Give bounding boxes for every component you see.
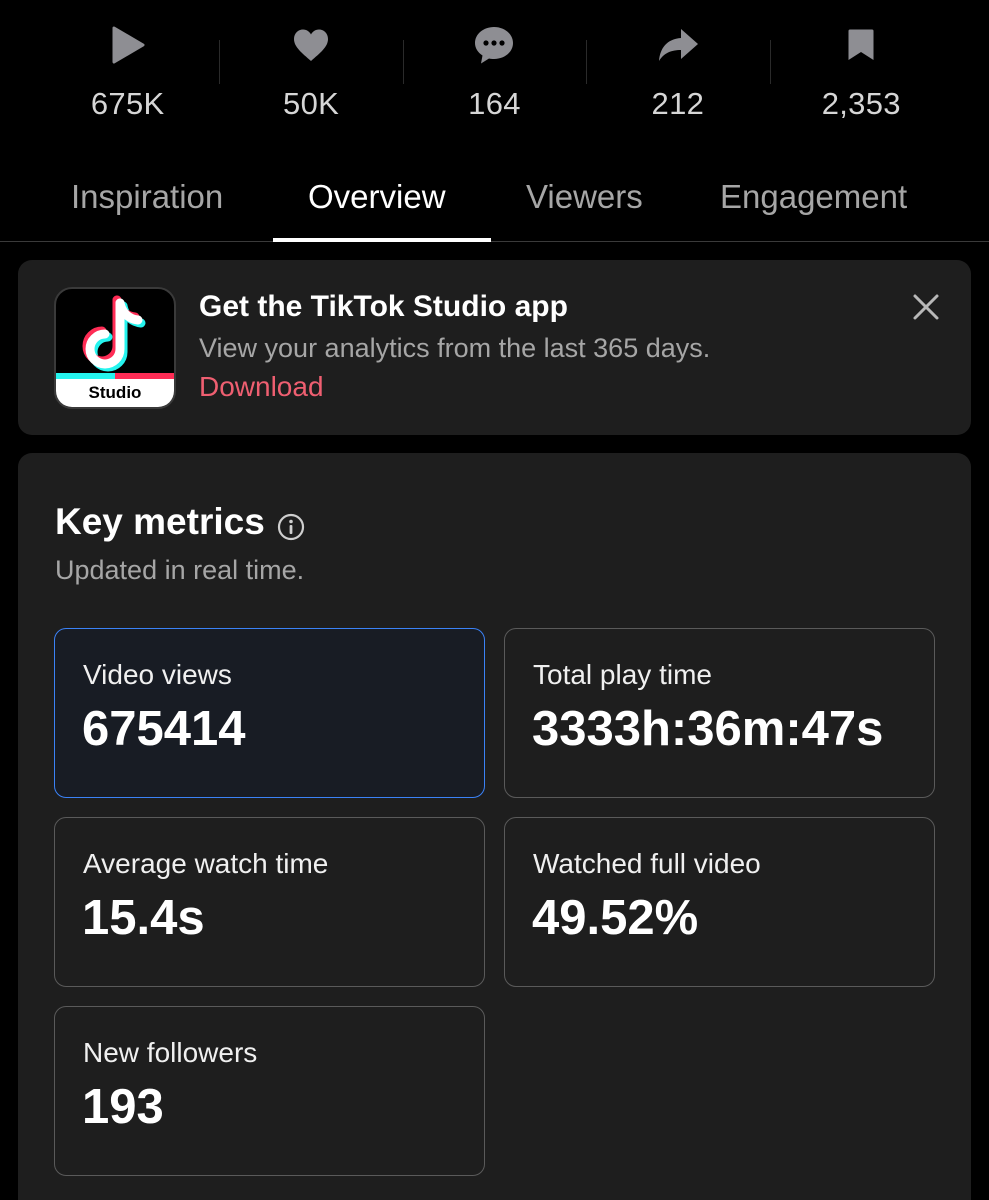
close-icon[interactable] [911, 292, 941, 322]
tab-inspiration[interactable]: Inspiration [71, 178, 223, 216]
share-icon [657, 24, 699, 66]
metric-value: 15.4s [82, 891, 205, 945]
metric-total-play-time[interactable]: Total play time 3333h:36m:47s [504, 628, 935, 798]
bookmark-icon [847, 24, 875, 66]
stat-saves: 2,353 [769, 0, 953, 150]
stat-shares: 212 [586, 0, 769, 150]
metric-value: 193 [82, 1080, 164, 1134]
metric-label: New followers [83, 1037, 258, 1068]
download-link[interactable]: Download [199, 371, 324, 403]
tab-viewers[interactable]: Viewers [526, 178, 643, 216]
comment-icon [473, 24, 515, 66]
stat-comments: 164 [402, 0, 586, 150]
video-stats-row: 675K 50K 164 212 2,353 [36, 0, 953, 150]
banner-subtitle: View your analytics from the last 365 da… [199, 333, 711, 363]
metric-video-views[interactable]: Video views 675414 [54, 628, 485, 798]
metric-average-watch-time[interactable]: Average watch time 15.4s [54, 817, 485, 987]
tiktok-logo-icon [82, 295, 146, 372]
key-metrics-subtitle: Updated in real time. [55, 555, 305, 585]
stat-views-value: 675K [90, 86, 165, 121]
metric-value: 3333h:36m:47s [532, 702, 884, 756]
stat-views: 675K [36, 0, 219, 150]
banner-title: Get the TikTok Studio app [199, 290, 568, 323]
stat-saves-value: 2,353 [821, 86, 901, 121]
metric-label: Video views [83, 659, 232, 690]
stat-likes-value: 50K [283, 86, 340, 121]
metric-new-followers[interactable]: New followers 193 [54, 1006, 485, 1176]
info-icon[interactable] [277, 508, 305, 541]
analytics-tabs: Inspiration Overview Viewers Engagement [0, 172, 989, 242]
metric-value: 49.52% [532, 891, 699, 945]
metric-value: 675414 [82, 702, 246, 756]
metric-watched-full-video[interactable]: Watched full video 49.52% [504, 817, 935, 987]
tab-engagement[interactable]: Engagement [720, 178, 907, 216]
video-analytics-page: 675K 50K 164 212 2,353 Inspiration Overv… [0, 0, 989, 1200]
heart-icon [292, 24, 330, 66]
stat-comments-value: 164 [468, 86, 521, 121]
tab-overview[interactable]: Overview [308, 178, 446, 216]
metric-label: Watched full video [533, 848, 761, 879]
key-metrics-title: Key metrics [55, 501, 265, 542]
key-metrics-card: Key metrics Updated in real time. Video … [18, 453, 971, 1200]
stat-likes: 50K [219, 0, 402, 150]
app-icon-label: Studio [56, 373, 174, 407]
metric-label: Total play time [533, 659, 712, 690]
play-icon [110, 24, 146, 66]
tiktok-studio-app-icon: Studio [54, 287, 176, 409]
studio-app-banner: Studio Get the TikTok Studio app View yo… [18, 260, 971, 435]
key-metrics-heading: Key metrics [55, 501, 305, 543]
stat-shares-value: 212 [651, 86, 705, 121]
active-tab-indicator [273, 238, 491, 242]
metric-label: Average watch time [83, 848, 329, 879]
